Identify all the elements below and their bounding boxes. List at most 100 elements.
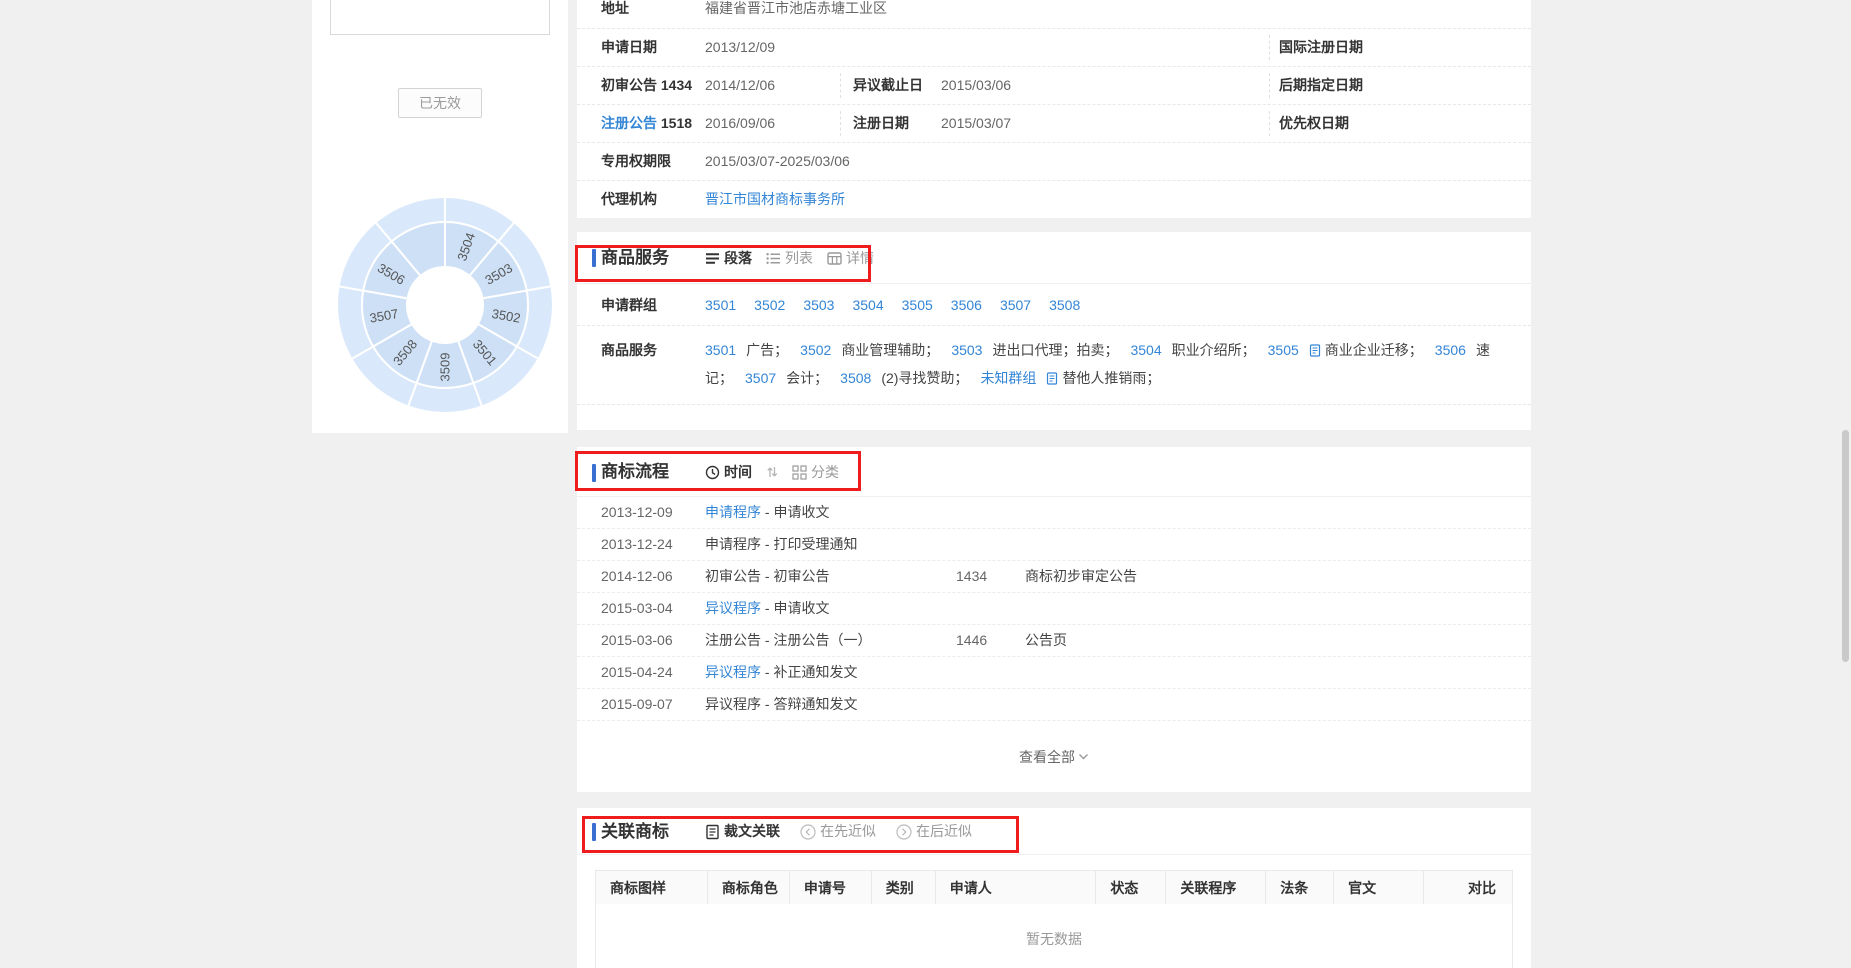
paragraph-lines-icon	[705, 252, 720, 265]
tab-time[interactable]: 时间	[705, 462, 752, 482]
sort-order-toggle[interactable]	[766, 465, 778, 479]
column-divider	[1269, 73, 1270, 98]
goods-group-link[interactable]: 3503	[951, 342, 982, 358]
flow-row: 2015-04-24 异议程序 - 补正通知发文	[577, 657, 1531, 689]
column-divider	[840, 73, 841, 98]
flow-event: 初审公告 - 初审公告	[705, 561, 829, 592]
flow-procedure-link[interactable]: 异议程序	[705, 600, 761, 616]
tab-category[interactable]: 分类	[792, 462, 839, 482]
column-divider	[1269, 35, 1270, 60]
flow-date: 2015-03-06	[601, 625, 673, 656]
apply-group-link[interactable]: 3505	[902, 297, 933, 313]
apply-group-link[interactable]: 3504	[852, 297, 883, 313]
flow-section-title: 商标流程	[601, 447, 669, 497]
flow-event: 申请程序 - 打印受理通知	[705, 529, 857, 560]
apply-group-link[interactable]: 3508	[1049, 297, 1080, 313]
goods-section-header: 商品服务 段落列表详情	[577, 232, 1531, 284]
reg-date-value: 2015/03/07	[941, 105, 1011, 142]
flow-row: 2015-03-06 注册公告 - 注册公告（一） 1446 公告页	[577, 625, 1531, 657]
exclusive-term-label: 专用权期限	[601, 143, 671, 180]
row-exclusive-term: 专用权期限 2015/03/07-2025/03/06	[577, 142, 1531, 180]
grid-detail-icon	[827, 252, 842, 265]
goods-item-text: 替他人推销雨；	[1062, 370, 1160, 386]
apply-group-link[interactable]: 3503	[803, 297, 834, 313]
vertical-scrollbar-thumb[interactable]	[1842, 430, 1849, 662]
trademark-flow-card: 商标流程 时间 分类 2013-12-09 申请程序 - 申请收文 2013-1…	[577, 447, 1531, 792]
flow-row: 2015-03-04 异议程序 - 申请收文	[577, 593, 1531, 625]
flow-timeline-list: 2013-12-09 申请程序 - 申请收文 2013-12-24 申请程序 -…	[577, 497, 1531, 721]
agent-label: 代理机构	[601, 181, 657, 218]
flow-procedure-link[interactable]: 异议程序	[705, 664, 761, 680]
goods-group-link[interactable]: 未知群组	[980, 370, 1036, 386]
related-view-tabs: 裁文关联 在先近似 在后近似	[705, 808, 972, 855]
apply-groups-list: 3501 3502 3503 3504 3505 3506 3507 3508	[705, 284, 1098, 326]
related-trademarks-table: 商标图样商标角色申请号类别申请人状态关联程序法条官文对比	[595, 870, 1513, 905]
priority-date-label: 优先权日期	[1279, 105, 1349, 142]
section-accent-bar	[592, 249, 596, 267]
goods-item-text: (2)寻找赞助；	[881, 370, 968, 386]
flow-view-tabs: 时间 分类	[705, 447, 839, 497]
apply-group-link[interactable]: 3507	[1000, 297, 1031, 313]
goods-text-label: 商品服务	[601, 336, 657, 364]
flow-date: 2015-09-07	[601, 689, 673, 720]
opposition-deadline-value: 2015/03/06	[941, 67, 1011, 104]
reg-notice-value: 2016/09/06	[705, 105, 775, 142]
goods-group-link[interactable]: 3508	[840, 370, 871, 386]
flow-row: 2014-12-06 初审公告 - 初审公告 1434 商标初步审定公告	[577, 561, 1531, 593]
intl-reg-date-label: 国际注册日期	[1279, 29, 1363, 66]
table-header-cell: 法条	[1266, 871, 1334, 905]
flow-procedure-link[interactable]: 申请程序	[705, 504, 761, 520]
goods-group-link[interactable]: 3502	[800, 342, 831, 358]
goods-group-link[interactable]: 3506	[1435, 342, 1466, 358]
apply-group-link[interactable]: 3502	[754, 297, 785, 313]
flow-date: 2014-12-06	[601, 561, 673, 592]
reg-notice-label: 注册公告 1518	[601, 105, 692, 142]
section-accent-bar	[592, 823, 596, 841]
class-group-donut-chart[interactable]: 35043503350235013509350835073506	[317, 177, 573, 433]
apply-groups-label: 申请群组	[601, 284, 657, 326]
list-icon	[766, 252, 781, 265]
flow-date: 2013-12-09	[601, 497, 673, 528]
view-all-button[interactable]: 查看全部	[577, 747, 1531, 767]
category-grid-icon	[792, 465, 807, 480]
apply-group-link[interactable]: 3506	[951, 297, 982, 313]
goods-group-link[interactable]: 3501	[705, 342, 736, 358]
flow-section-header: 商标流程 时间 分类	[577, 447, 1531, 497]
goods-item-text: 商业企业迁移；	[1325, 342, 1423, 358]
flow-date: 2013-12-24	[601, 529, 673, 560]
goods-tab-详情[interactable]: 详情	[827, 248, 874, 268]
goods-group-link[interactable]: 3505	[1268, 342, 1299, 358]
goods-group-link[interactable]: 3504	[1130, 342, 1161, 358]
goods-tab-段落[interactable]: 段落	[705, 248, 752, 268]
flow-date: 2015-03-04	[601, 593, 673, 624]
first-notice-label: 初审公告 1434	[601, 67, 692, 104]
related-section-header: 关联商标 裁文关联 在先近似 在后近似	[577, 808, 1531, 855]
tab-prior-similar[interactable]: 在先近似	[800, 808, 876, 855]
goods-tab-列表[interactable]: 列表	[766, 248, 813, 268]
goods-item-text: 广告；	[746, 342, 788, 358]
agent-link[interactable]: 晋江市国材商标事务所	[705, 181, 845, 218]
circle-right-icon	[896, 824, 912, 840]
goods-group-link[interactable]: 3507	[745, 370, 776, 386]
goods-text-row: 商品服务 3501广告；3502商业管理辅助；3503进出口代理；拍卖；3504…	[577, 326, 1531, 405]
row-agent: 代理机构 晋江市国材商标事务所	[577, 180, 1531, 218]
trademark-detail-page: 已无效 35043503350235013509350835073506 地址 …	[0, 0, 1851, 968]
flow-date: 2015-04-24	[601, 657, 673, 688]
reg-notice-link[interactable]: 注册公告	[601, 115, 657, 131]
tab-later-similar[interactable]: 在后近似	[896, 808, 972, 855]
table-header-cell: 申请号	[789, 871, 871, 905]
flow-event: 异议程序 - 补正通知发文	[705, 657, 857, 688]
goods-item-text: 会计；	[786, 370, 828, 386]
flow-extra: 商标初步审定公告	[1025, 561, 1137, 592]
table-header-cell: 申请人	[935, 871, 1096, 905]
flow-notice-page-link[interactable]: 公告页	[1025, 625, 1067, 656]
tab-ruling-relation[interactable]: 裁文关联	[705, 808, 780, 855]
table-header-cell: 商标角色	[707, 871, 789, 905]
status-invalid-button[interactable]: 已无效	[398, 88, 482, 118]
later-designation-label: 后期指定日期	[1279, 67, 1363, 104]
table-header-cell: 关联程序	[1166, 871, 1266, 905]
chevron-down-icon	[1078, 753, 1089, 761]
apply-group-link[interactable]: 3501	[705, 297, 736, 313]
flow-event: 申请程序 - 申请收文	[705, 497, 829, 528]
goods-item-text: 职业介绍所；	[1172, 342, 1256, 358]
